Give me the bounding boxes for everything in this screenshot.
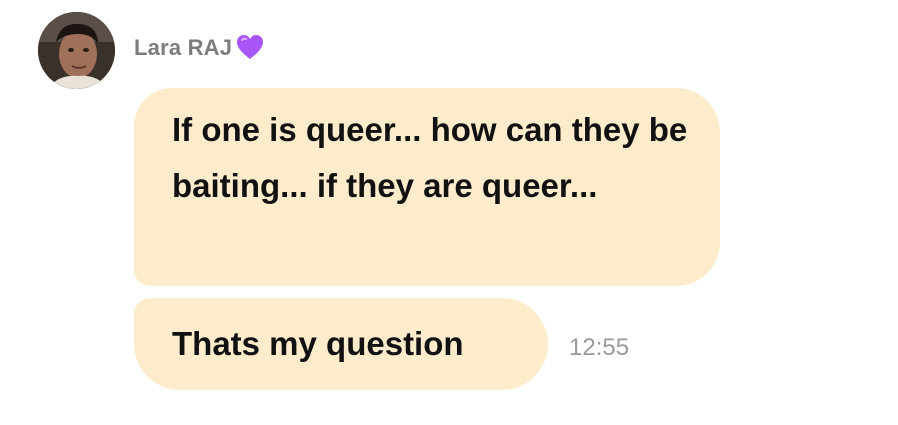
message-bubble[interactable]: Thats my question [134, 298, 548, 390]
avatar-photo-icon [38, 12, 115, 89]
message-text: If one is queer... how can they be baiti… [172, 111, 688, 204]
message-bubble[interactable]: If one is queer... how can they be baiti… [134, 88, 720, 286]
avatar[interactable] [38, 12, 115, 89]
message-timestamp: 12:55 [569, 334, 630, 361]
sender-header: Lara RAJ [134, 35, 265, 61]
message-text: Thats my question [172, 325, 464, 362]
purple-heart-icon [235, 33, 265, 61]
chat-message-group: Lara RAJ If one is queer... how can they… [0, 0, 898, 425]
sender-name[interactable]: Lara RAJ [134, 35, 232, 61]
